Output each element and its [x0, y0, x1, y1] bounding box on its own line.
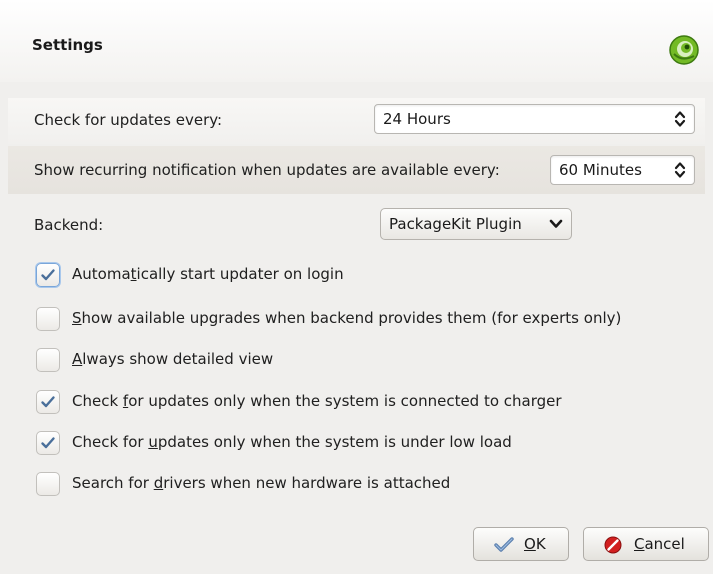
option-row[interactable]: Always show detailed view: [36, 346, 696, 372]
dialog-header: Settings: [0, 0, 713, 82]
chevron-down-icon: [549, 219, 563, 228]
option-checkbox[interactable]: [36, 431, 60, 455]
notification-interval-value: 60 Minutes: [559, 161, 642, 179]
dialog-title: Settings: [32, 36, 103, 54]
cancel-icon: [604, 536, 622, 554]
option-checkbox[interactable]: [36, 307, 60, 331]
check-mark-icon: [41, 437, 55, 449]
option-label: Automatically start updater on login: [72, 265, 344, 283]
check-interval-label: Check for updates every:: [34, 111, 223, 129]
option-label: Check for updates only when the system i…: [72, 433, 512, 451]
check-mark-icon: [41, 269, 55, 281]
option-label: Search for drivers when new hardware is …: [72, 474, 451, 492]
option-row[interactable]: Check for updates only when the system i…: [36, 429, 696, 455]
option-row[interactable]: Check for updates only when the system i…: [36, 388, 696, 414]
opensuse-logo-icon: [669, 35, 699, 65]
option-row[interactable]: Search for drivers when new hardware is …: [36, 470, 696, 496]
backend-value: PackageKit Plugin: [389, 215, 522, 233]
option-label: Show available upgrades when backend pro…: [72, 309, 622, 327]
up-down-arrows-icon[interactable]: [674, 161, 686, 179]
cancel-button-label: Cancel: [634, 535, 685, 553]
check-interval-value: 24 Hours: [383, 110, 451, 128]
check-mark-icon: [41, 396, 55, 408]
cancel-button[interactable]: Cancel: [583, 527, 709, 561]
option-row[interactable]: Show available upgrades when backend pro…: [36, 305, 696, 331]
up-down-arrows-icon[interactable]: [674, 110, 686, 128]
notification-interval-spinbox[interactable]: 60 Minutes: [550, 155, 695, 185]
option-label: Check for updates only when the system i…: [72, 392, 562, 410]
option-checkbox[interactable]: [36, 263, 60, 287]
check-interval-spinbox[interactable]: 24 Hours: [374, 104, 695, 134]
option-label: Always show detailed view: [72, 350, 274, 368]
option-checkbox[interactable]: [36, 348, 60, 372]
option-row[interactable]: Automatically start updater on login: [36, 261, 696, 287]
checkmark-icon: [494, 537, 514, 552]
option-checkbox[interactable]: [36, 390, 60, 414]
ok-button-label: OK: [524, 535, 546, 553]
notification-interval-label: Show recurring notification when updates…: [34, 161, 500, 179]
backend-row: [8, 200, 705, 250]
settings-dialog: Settings Check for updates every: 24 Hou…: [0, 0, 713, 574]
ok-button[interactable]: OK: [473, 527, 569, 561]
backend-combobox[interactable]: PackageKit Plugin: [380, 208, 572, 240]
backend-label: Backend:: [34, 216, 104, 234]
option-checkbox[interactable]: [36, 472, 60, 496]
